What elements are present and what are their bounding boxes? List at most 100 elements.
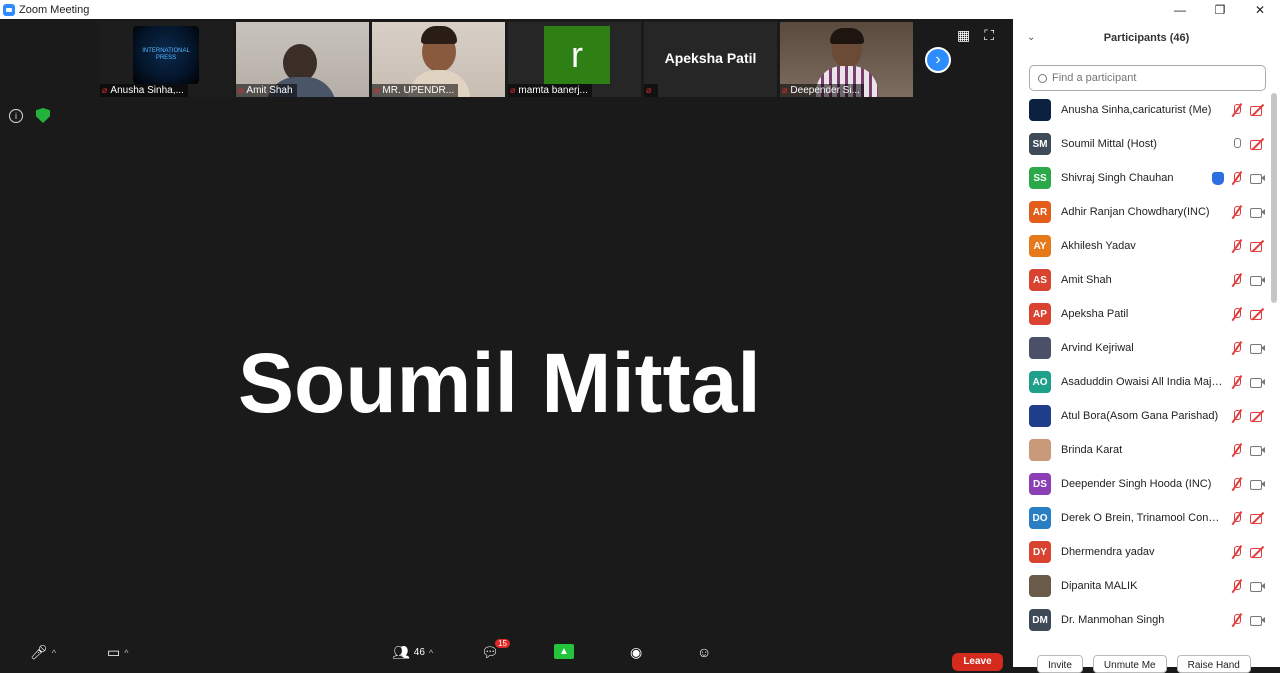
tile-name: mamta banerj...: [518, 85, 588, 96]
participants-panel: ⌄ Participants (46) Anusha Sinha,caricat…: [1013, 19, 1280, 673]
meeting-toolbar: 🎤︎ ^ ▭ ^ 👥︎ 46 ^ 💬︎ 15 ▲ ◉ ☺ Leave: [0, 636, 1013, 671]
mic-muted-icon: [1230, 477, 1244, 491]
tile-name: MR. UPENDR...: [382, 85, 455, 96]
panel-footer: Invite Unmute Me Raise Hand: [1013, 655, 1280, 673]
participant-row[interactable]: AP Apeksha Patil: [1013, 297, 1270, 331]
scrollbar[interactable]: [1271, 93, 1277, 303]
video-tile[interactable]: ⌀ Amit Shah: [236, 22, 369, 97]
mic-muted-icon: [1230, 443, 1244, 457]
participant-name: Asaduddin Owaisi All India Majli...: [1061, 376, 1223, 388]
security-shield-icon[interactable]: [36, 108, 50, 123]
mic-muted-icon: ⌀: [510, 85, 516, 95]
video-tile[interactable]: ⌀ Deepender Si...: [780, 22, 913, 97]
meeting-view: INTERNATIONAL PRESS ⌀ Anusha Sinha,... ⌀ A…: [0, 19, 1013, 667]
mic-muted-icon: ⌀: [238, 85, 244, 95]
participant-search[interactable]: [1029, 65, 1266, 91]
participant-list: Anusha Sinha,caricaturist (Me) SM Soumil M…: [1013, 93, 1270, 637]
participant-name: Brinda Karat: [1061, 444, 1123, 456]
info-icon[interactable]: i: [9, 109, 23, 123]
mic-muted-icon: ⌀: [646, 85, 652, 95]
participant-row[interactable]: Anusha Sinha,caricaturist (Me): [1013, 93, 1270, 127]
avatar: AY: [1029, 235, 1051, 257]
start-video-button[interactable]: ▭ ^: [107, 644, 128, 661]
maximize-button[interactable]: ❐: [1200, 0, 1240, 19]
video-off-icon: [1250, 410, 1265, 422]
share-screen-icon: ▲: [554, 644, 574, 659]
participant-name: Shivraj Singh Chauhan: [1061, 172, 1174, 184]
panel-title: Participants (46): [1103, 32, 1190, 44]
mic-muted-icon: [1230, 341, 1244, 355]
chevron-up-icon[interactable]: ^: [124, 648, 128, 658]
participant-row[interactable]: DM Dr. Manmohan Singh: [1013, 603, 1270, 637]
search-input[interactable]: [1052, 72, 1252, 84]
avatar: DY: [1029, 541, 1051, 563]
participant-name: Deepender Singh Hooda (INC): [1061, 478, 1212, 490]
video-off-icon: [1250, 138, 1265, 150]
participant-row[interactable]: AR Adhir Ranjan Chowdhary(INC): [1013, 195, 1270, 229]
participant-row[interactable]: Brinda Karat: [1013, 433, 1270, 467]
raise-hand-button[interactable]: Raise Hand: [1176, 655, 1251, 673]
unmute-me-button[interactable]: Unmute Me: [1092, 655, 1167, 673]
video-strip: INTERNATIONAL PRESS ⌀ Anusha Sinha,... ⌀ A…: [100, 22, 913, 97]
chevron-up-icon[interactable]: ^: [429, 648, 433, 658]
mic-muted-icon: [1230, 239, 1244, 253]
participants-button[interactable]: 👥︎ 46 ^: [392, 644, 433, 661]
mic-muted-icon: 🎤︎: [30, 644, 48, 660]
video-tile[interactable]: ⌀ MR. UPENDR...: [372, 22, 505, 97]
participant-row[interactable]: Arvind Kejriwal: [1013, 331, 1270, 365]
chevron-down-icon[interactable]: ⌄: [1027, 32, 1035, 43]
participant-row[interactable]: Dipanita MALIK: [1013, 569, 1270, 603]
record-icon: ◉: [630, 644, 643, 660]
video-tile[interactable]: r ⌀ mamta banerj...: [508, 22, 641, 97]
participant-name: Apeksha Patil: [1061, 308, 1129, 320]
mic-muted-icon: [1230, 545, 1244, 559]
gallery-view-icon[interactable]: ▦: [957, 27, 970, 44]
share-screen-button[interactable]: ▲: [554, 644, 574, 659]
video-off-icon: ▭: [107, 644, 121, 660]
avatar: [1029, 337, 1051, 359]
participant-name: Anusha Sinha,caricaturist (Me): [1061, 104, 1212, 116]
tile-name: Anusha Sinha,...: [110, 85, 184, 96]
unmute-button[interactable]: 🎤︎ ^: [30, 644, 56, 661]
avatar: [1029, 439, 1051, 461]
reactions-button[interactable]: ☺: [697, 644, 711, 660]
participant-row[interactable]: SS Shivraj Singh Chauhan: [1013, 161, 1270, 195]
mic-muted-icon: [1230, 171, 1244, 185]
invite-button[interactable]: Invite: [1037, 655, 1083, 673]
mic-muted-icon: [1230, 409, 1244, 423]
chevron-right-icon[interactable]: ›: [925, 47, 951, 73]
mic-icon: [1230, 137, 1244, 151]
participant-name: Dipanita MALIK: [1061, 580, 1138, 592]
tile-big-name: Apeksha Patil: [664, 50, 757, 66]
chat-button[interactable]: 💬︎ 15: [481, 639, 510, 661]
mic-muted-icon: [1230, 613, 1244, 627]
video-icon: [1250, 342, 1265, 354]
video-off-icon: [1250, 308, 1265, 320]
fullscreen-icon[interactable]: ⛶: [984, 27, 994, 44]
participant-row[interactable]: Atul Bora(Asom Gana Parishad): [1013, 399, 1270, 433]
participant-row[interactable]: DO Derek O Brein, Trinamool Congre...: [1013, 501, 1270, 535]
leave-button[interactable]: Leave: [952, 653, 1003, 671]
participant-row[interactable]: AS Amit Shah: [1013, 263, 1270, 297]
record-button[interactable]: ◉: [630, 644, 642, 661]
video-tile[interactable]: INTERNATIONAL PRESS ⌀ Anusha Sinha,...: [100, 22, 233, 97]
participant-row[interactable]: SM Soumil Mittal (Host): [1013, 127, 1270, 161]
close-button[interactable]: ✕: [1240, 0, 1280, 19]
minimize-button[interactable]: —: [1160, 0, 1200, 19]
mic-muted-icon: [1230, 205, 1244, 219]
participant-row[interactable]: AO Asaduddin Owaisi All India Majli...: [1013, 365, 1270, 399]
participant-row[interactable]: DS Deepender Singh Hooda (INC): [1013, 467, 1270, 501]
chevron-up-icon[interactable]: ^: [52, 648, 56, 658]
mic-muted-icon: [1230, 579, 1244, 593]
participant-row[interactable]: DY Dhermendra yadav: [1013, 535, 1270, 569]
video-icon: [1250, 172, 1265, 184]
mic-muted-icon: [1230, 375, 1244, 389]
video-icon: [1250, 444, 1265, 456]
avatar: [1029, 99, 1051, 121]
video-tile[interactable]: Apeksha Patil ⌀: [644, 22, 777, 97]
participant-name: Akhilesh Yadav: [1061, 240, 1136, 252]
video-icon: [1250, 274, 1265, 286]
participant-row[interactable]: AY Akhilesh Yadav: [1013, 229, 1270, 263]
video-icon: [1250, 614, 1265, 626]
participant-name: Atul Bora(Asom Gana Parishad): [1061, 410, 1219, 422]
